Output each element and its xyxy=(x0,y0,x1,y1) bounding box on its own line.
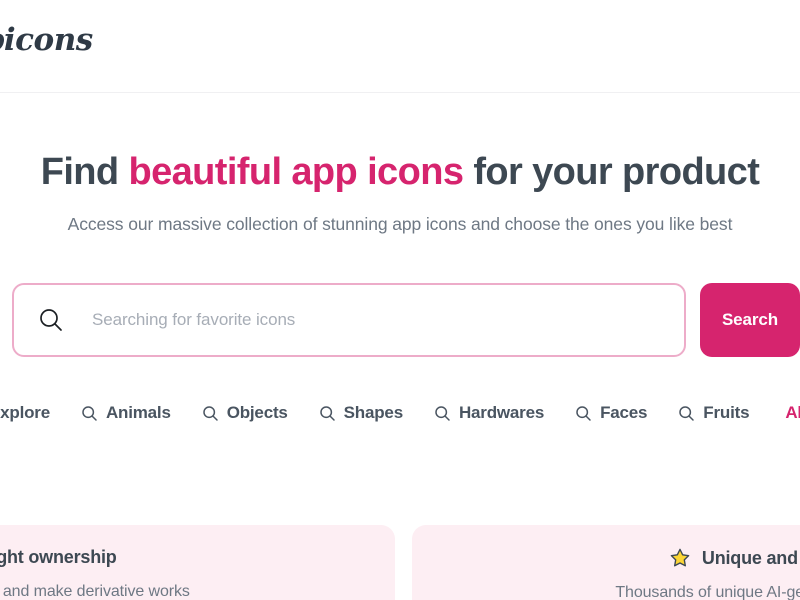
feature-card-list: C Full copyright ownership Freely reprod… xyxy=(0,525,800,600)
search-icon xyxy=(319,405,336,422)
category-label: Explore xyxy=(0,403,50,422)
search-icon xyxy=(36,305,66,335)
page-title-part2: for your product xyxy=(463,151,760,193)
search-field[interactable] xyxy=(12,283,686,357)
category-label: Fruits xyxy=(703,403,750,422)
page-subtitle: Access our massive collection of stunnin… xyxy=(67,213,733,234)
category-chip-fruits[interactable]: Fruits xyxy=(678,403,750,423)
feature-card-copyright: C Full copyright ownership Freely reprod… xyxy=(0,525,395,600)
search-icon xyxy=(575,405,592,422)
feature-card-title: Full copyright ownership xyxy=(0,547,117,567)
search-icon xyxy=(81,405,98,422)
brand-logo[interactable]: Appicons xyxy=(0,22,93,58)
search-icon xyxy=(434,405,451,422)
search-button[interactable]: Search xyxy=(700,283,800,357)
feature-card-body: Freely reproduce, distribute, and make d… xyxy=(0,583,190,600)
search-input[interactable] xyxy=(66,310,684,330)
page-title: Find beautiful app icons for your produc… xyxy=(0,150,800,195)
category-chip-shapes[interactable]: Shapes xyxy=(319,403,403,423)
feature-card-heading: C Full copyright ownership xyxy=(0,547,395,568)
page-title-part1: Find xyxy=(40,151,129,193)
category-label: Shapes xyxy=(343,403,403,422)
category-label: Hardwares xyxy=(458,403,545,422)
category-chip-animals[interactable]: Animals xyxy=(81,403,171,423)
feature-card-title: Unique and high-quality icons xyxy=(701,547,800,568)
category-nav: Explore Animals Objects Shapes xyxy=(0,398,800,428)
site-header: Appicons xyxy=(0,0,800,93)
search-icon xyxy=(678,405,695,422)
feature-card-heading: Unique and high-quality icons xyxy=(412,547,800,569)
category-chip-explore[interactable]: Explore xyxy=(0,403,50,423)
category-chip-faces[interactable]: Faces xyxy=(575,403,647,423)
search-bar: Search xyxy=(12,283,800,357)
search-icon xyxy=(202,405,219,422)
category-label: Faces xyxy=(600,403,648,422)
all-categories-link[interactable]: All Categories xyxy=(785,403,800,423)
feature-card-quality: Unique and high-quality icons Thousands … xyxy=(412,525,800,600)
feature-card-body: Thousands of unique AI-generated high-re… xyxy=(615,584,800,600)
category-chip-hardwares[interactable]: Hardwares xyxy=(434,403,544,423)
category-label: Animals xyxy=(105,403,171,422)
category-label: Objects xyxy=(226,403,288,422)
star-icon xyxy=(669,547,691,569)
category-chip-objects[interactable]: Objects xyxy=(202,403,288,423)
page-title-accent: beautiful app icons xyxy=(128,151,464,193)
hero-section: Find beautiful app icons for your produc… xyxy=(0,93,800,235)
